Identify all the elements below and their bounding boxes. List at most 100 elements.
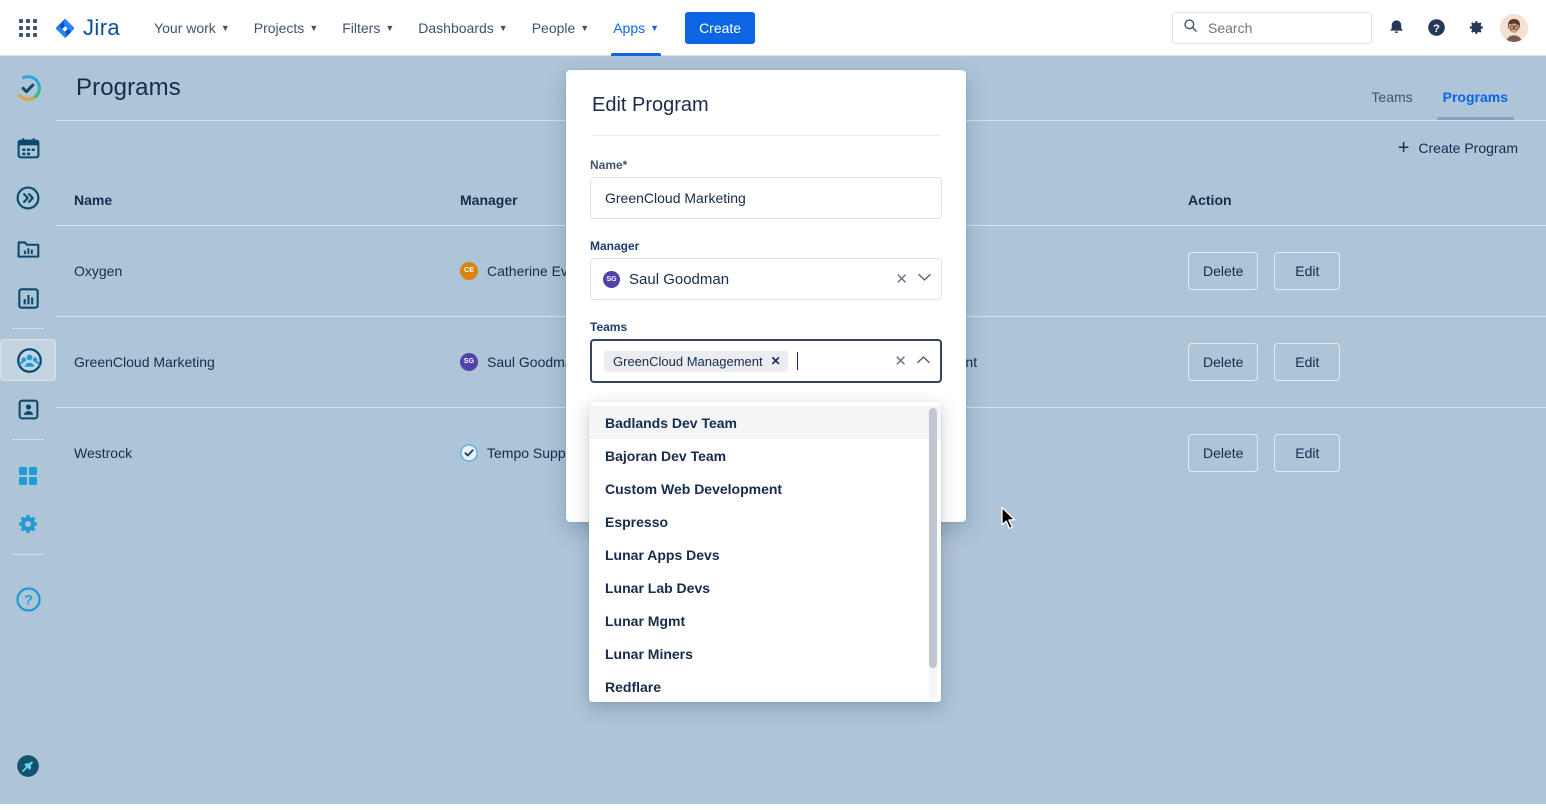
tab-teams[interactable]: Teams <box>1369 74 1414 120</box>
teams-field-label: Teams <box>590 320 942 334</box>
primary-nav-items: Your work ▼ Projects ▼ Filters ▼ Dashboa… <box>142 0 671 56</box>
apps-squares-icon[interactable] <box>8 456 48 496</box>
bottom-bar <box>0 804 1546 810</box>
nav-label: People <box>532 20 576 36</box>
dropdown-scrollbar-thumb[interactable] <box>929 408 937 668</box>
modal-title: Edit Program <box>566 70 966 135</box>
nav-dashboards[interactable]: Dashboards ▼ <box>406 0 519 56</box>
jira-logo[interactable]: Jira <box>54 15 120 41</box>
dropdown-option[interactable]: Lunar Miners <box>589 637 941 670</box>
app-switcher-icon[interactable] <box>16 16 40 40</box>
calendar-icon[interactable] <box>8 128 48 168</box>
tempo-logo-icon[interactable] <box>8 68 48 108</box>
delete-button[interactable]: Delete <box>1188 343 1258 381</box>
jira-mark-icon <box>54 17 76 39</box>
bar-chart-icon[interactable] <box>8 278 48 318</box>
create-program-button[interactable]: + Create Program <box>1392 137 1524 159</box>
page-title: Programs <box>76 74 181 102</box>
column-header-action: Action <box>1170 175 1546 225</box>
name-field-group: Name* GreenCloud Marketing <box>590 158 942 219</box>
chevron-up-icon[interactable] <box>917 355 930 367</box>
modal-body: Name* GreenCloud Marketing Manager SG Sa… <box>566 136 966 383</box>
create-program-label: Create Program <box>1418 140 1518 156</box>
dropdown-option[interactable]: Lunar Mgmt <box>589 604 941 637</box>
dropdown-option[interactable]: Bajoran Dev Team <box>589 439 941 472</box>
folder-chart-icon[interactable] <box>8 228 48 268</box>
cell-actions: Delete Edit <box>1170 225 1546 316</box>
jira-wordmark: Jira <box>83 15 120 41</box>
name-input[interactable]: GreenCloud Marketing <box>590 177 942 219</box>
dropdown-option[interactable]: Custom Web Development <box>589 472 941 505</box>
cell-program-name: Westrock <box>56 407 442 498</box>
column-header-name: Name <box>56 175 442 225</box>
clear-x-icon[interactable]: ✕ <box>894 354 907 369</box>
chip-remove-x-icon[interactable]: ✕ <box>771 354 781 368</box>
nav-label: Projects <box>254 20 305 36</box>
search-input[interactable] <box>1206 19 1361 37</box>
verified-check-avatar <box>460 444 478 462</box>
edit-button[interactable]: Edit <box>1274 343 1340 381</box>
notifications-bell-icon[interactable] <box>1380 12 1412 44</box>
cell-actions: Delete Edit <box>1170 316 1546 407</box>
tab-programs[interactable]: Programs <box>1441 74 1510 120</box>
help-icon[interactable]: ? <box>1420 12 1452 44</box>
teams-field-group: Teams GreenCloud Management ✕ ✕ <box>590 320 942 383</box>
nav-label: Filters <box>342 20 380 36</box>
avatar-initials-text: SG <box>464 358 475 365</box>
avatar-initials: SG <box>460 353 478 371</box>
create-button[interactable]: Create <box>685 12 755 44</box>
sidebar-item-teams[interactable] <box>0 339 56 381</box>
teams-dropdown-menu: Badlands Dev Team Bajoran Dev Team Custo… <box>589 402 941 702</box>
manager-select[interactable]: SG Saul Goodman ✕ <box>590 258 942 300</box>
tab-label: Teams <box>1371 89 1412 105</box>
chevron-down-icon[interactable] <box>918 273 931 285</box>
dropdown-option[interactable]: Lunar Lab Devs <box>589 571 941 604</box>
search-box[interactable] <box>1172 12 1372 44</box>
dropdown-option[interactable]: Lunar Apps Devs <box>589 538 941 571</box>
sidebar-item-people[interactable] <box>8 389 48 429</box>
dropdown-option[interactable]: Redflare <box>589 670 941 702</box>
manager-selected-value: Saul Goodman <box>629 271 729 288</box>
nav-label: Your work <box>154 20 216 36</box>
chevron-down-icon: ▼ <box>580 24 589 33</box>
delete-button[interactable]: Delete <box>1188 434 1258 472</box>
dropdown-scroll-area: Badlands Dev Team Bajoran Dev Team Custo… <box>589 402 941 702</box>
plus-icon: + <box>1398 138 1410 158</box>
dropdown-option[interactable]: Espresso <box>589 505 941 538</box>
delete-button[interactable]: Delete <box>1188 252 1258 290</box>
dropdown-option[interactable]: Badlands Dev Team <box>589 406 941 439</box>
rail-divider <box>12 328 44 329</box>
help-circle-icon[interactable]: ? <box>8 579 48 619</box>
nav-label: Apps <box>613 20 645 36</box>
manager-field-label: Manager <box>590 239 942 253</box>
chevron-down-icon: ▼ <box>650 24 659 33</box>
settings-gear-icon[interactable] <box>1460 12 1492 44</box>
search-icon <box>1183 18 1198 38</box>
cell-program-name: Oxygen <box>56 225 442 316</box>
edit-button[interactable]: Edit <box>1274 434 1340 472</box>
cell-program-name: GreenCloud Marketing <box>56 316 442 407</box>
sidebar-settings-gear-icon[interactable] <box>8 504 48 544</box>
avatar-initials-text: SG <box>606 276 616 283</box>
page-tabs: Teams Programs <box>1369 56 1526 120</box>
nav-apps[interactable]: Apps ▼ <box>601 0 671 56</box>
name-input-value: GreenCloud Marketing <box>605 190 746 206</box>
nav-your-work[interactable]: Your work ▼ <box>142 0 242 56</box>
cell-actions: Delete Edit <box>1170 407 1546 498</box>
top-navigation-bar: Jira Your work ▼ Projects ▼ Filters ▼ Da… <box>0 0 1546 56</box>
clear-x-icon[interactable]: ✕ <box>895 272 908 287</box>
nav-projects[interactable]: Projects ▼ <box>242 0 331 56</box>
teams-multiselect[interactable]: GreenCloud Management ✕ ✕ <box>590 339 942 383</box>
nav-label: Dashboards <box>418 20 494 36</box>
user-avatar[interactable] <box>1500 14 1528 42</box>
nav-filters[interactable]: Filters ▼ <box>330 0 406 56</box>
rail-divider <box>12 439 44 440</box>
manager-field-group: Manager SG Saul Goodman ✕ <box>590 239 942 300</box>
pin-icon[interactable] <box>8 746 48 786</box>
nav-people[interactable]: People ▼ <box>520 0 602 56</box>
chevrons-right-icon[interactable] <box>8 178 48 218</box>
avatar-initials: SG <box>603 271 620 288</box>
edit-button[interactable]: Edit <box>1274 252 1340 290</box>
chevron-down-icon: ▼ <box>499 24 508 33</box>
tab-label: Programs <box>1443 89 1508 105</box>
